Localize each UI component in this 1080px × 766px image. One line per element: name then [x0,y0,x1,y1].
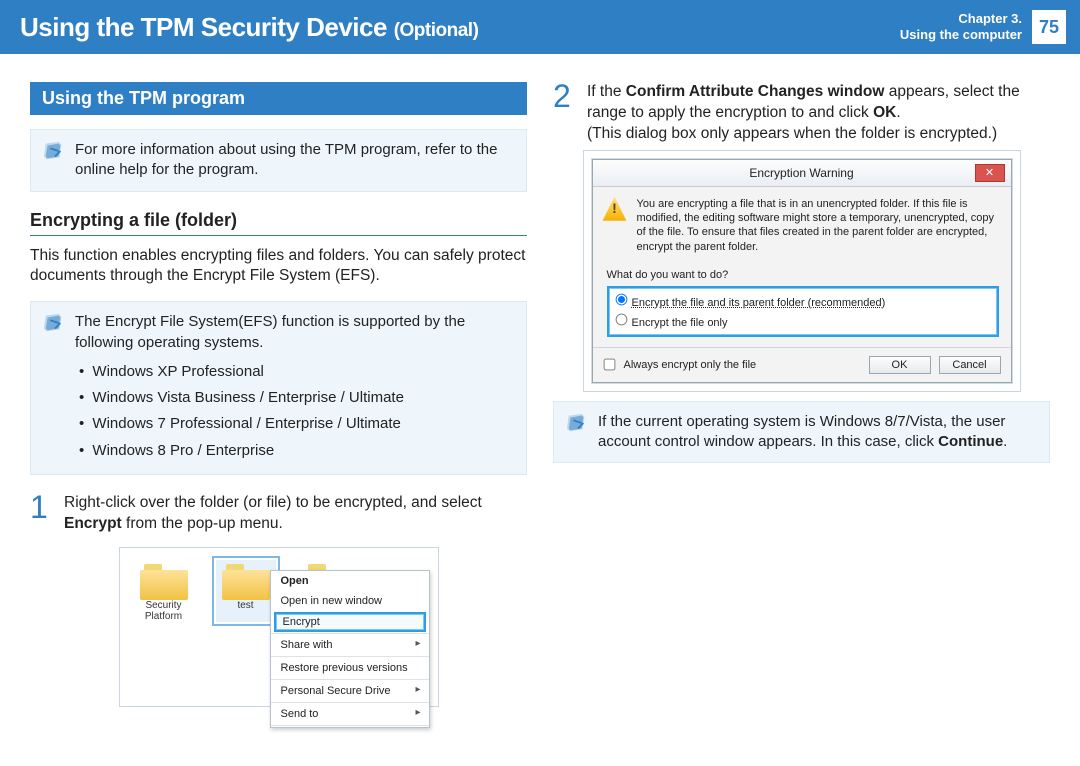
note1-text: For more information about using the TPM… [75,141,497,178]
radio-file-only-input[interactable] [615,313,627,325]
cancel-button[interactable]: Cancel [939,356,1001,374]
context-menu: Open Open in new window Encrypt Share wi… [270,570,430,728]
always-encrypt-input[interactable] [603,359,615,371]
warning-icon [603,197,627,221]
step-number: 2 [553,82,577,145]
note-box-2: The Encrypt File System(EFS) function is… [30,301,527,475]
menu-personal-secure-drive[interactable]: Personal Secure Drive [271,681,429,701]
menu-open-new-window[interactable]: Open in new window [271,591,429,611]
radio-option-file-only[interactable]: Encrypt the file only [615,312,991,331]
step-2: 2 If the Confirm Attribute Changes windo… [553,82,1050,145]
dialog-title: Encryption Warning [629,166,975,180]
radio-option-parent[interactable]: Encrypt the file and its parent folder (… [615,292,991,311]
note2-intro: The Encrypt File System(EFS) function is… [75,312,512,353]
header-meta: Chapter 3. Using the computer 75 [900,10,1066,44]
always-label: Always encrypt only the file [624,359,757,371]
note-icon [566,412,588,434]
os-item: Windows 7 Professional / Enterprise / Ul… [79,411,512,437]
step2-b: Confirm Attribute Changes window [626,83,885,100]
os-item: Windows 8 Pro / Enterprise [79,438,512,464]
chapter-line2: Using the computer [900,27,1022,43]
always-encrypt-checkbox[interactable]: Always encrypt only the file [603,358,757,371]
radio2-label: Encrypt the file only [632,317,728,329]
section-heading: Using the TPM program [30,82,527,115]
os-item: Windows XP Professional [79,359,512,385]
menu-restore-versions[interactable]: Restore previous versions [271,658,429,678]
folder-security-platform[interactable]: Security Platform [134,560,194,622]
os-list: Windows XP Professional Windows Vista Bu… [75,359,512,464]
dialog-question: What do you want to do? [607,268,999,282]
step-number: 1 [30,493,54,535]
folder-label: test [216,600,276,611]
page-header: Using the TPM Security Device (Optional)… [0,0,1080,54]
step-1: 1 Right-click over the folder (or file) … [30,493,527,535]
menu-encrypt[interactable]: Encrypt [274,612,426,632]
radio-parent-input[interactable] [615,294,627,306]
step2-line2: (This dialog box only appears when the f… [587,124,1050,145]
dialog-titlebar: Encryption Warning ✕ [593,160,1011,187]
menu-send-to[interactable]: Send to [271,704,429,724]
title-suffix: (Optional) [394,20,479,41]
step1-post: from the pop-up menu. [122,515,283,532]
page-number: 75 [1032,10,1066,44]
right-column: 2 If the Confirm Attribute Changes windo… [553,82,1050,707]
note-icon [43,140,65,162]
menu-open[interactable]: Open [271,571,429,591]
os-item: Windows Vista Business / Enterprise / Ul… [79,385,512,411]
dialog-body-text: You are encrypting a file that is in an … [637,197,999,254]
left-column: Using the TPM program For more informati… [30,82,527,707]
note-icon [43,312,65,334]
page-title: Using the TPM Security Device (Optional) [20,12,478,43]
context-menu-screenshot: Security Platform test Open Open in new … [119,547,439,707]
close-icon[interactable]: ✕ [975,164,1005,182]
note-box-3: If the current operating system is Windo… [553,401,1050,464]
subheading-encrypting: Encrypting a file (folder) [30,210,527,236]
radio1-label: Encrypt the file and its parent folder (… [632,297,886,309]
sub1-body: This function enables encrypting files a… [30,246,527,288]
note3-bold: Continue [938,433,1003,450]
ok-button[interactable]: OK [869,356,931,374]
menu-share-with[interactable]: Share with [271,635,429,655]
chapter-line1: Chapter 3. [900,11,1022,27]
note3-post: . [1003,433,1007,450]
radio-group: Encrypt the file and its parent folder (… [607,286,999,337]
step2-e: . [896,104,900,121]
note-box-1: For more information about using the TPM… [30,129,527,192]
step1-pre: Right-click over the folder (or file) to… [64,494,482,511]
step2-a: If the [587,83,626,100]
encryption-warning-dialog: Encryption Warning ✕ You are encrypting … [592,159,1012,383]
folder-label: Security Platform [134,600,194,622]
title-main: Using the TPM Security Device [20,12,387,42]
step2-d: OK [873,104,896,121]
step1-bold: Encrypt [64,515,122,532]
folder-test[interactable]: test [216,560,276,622]
